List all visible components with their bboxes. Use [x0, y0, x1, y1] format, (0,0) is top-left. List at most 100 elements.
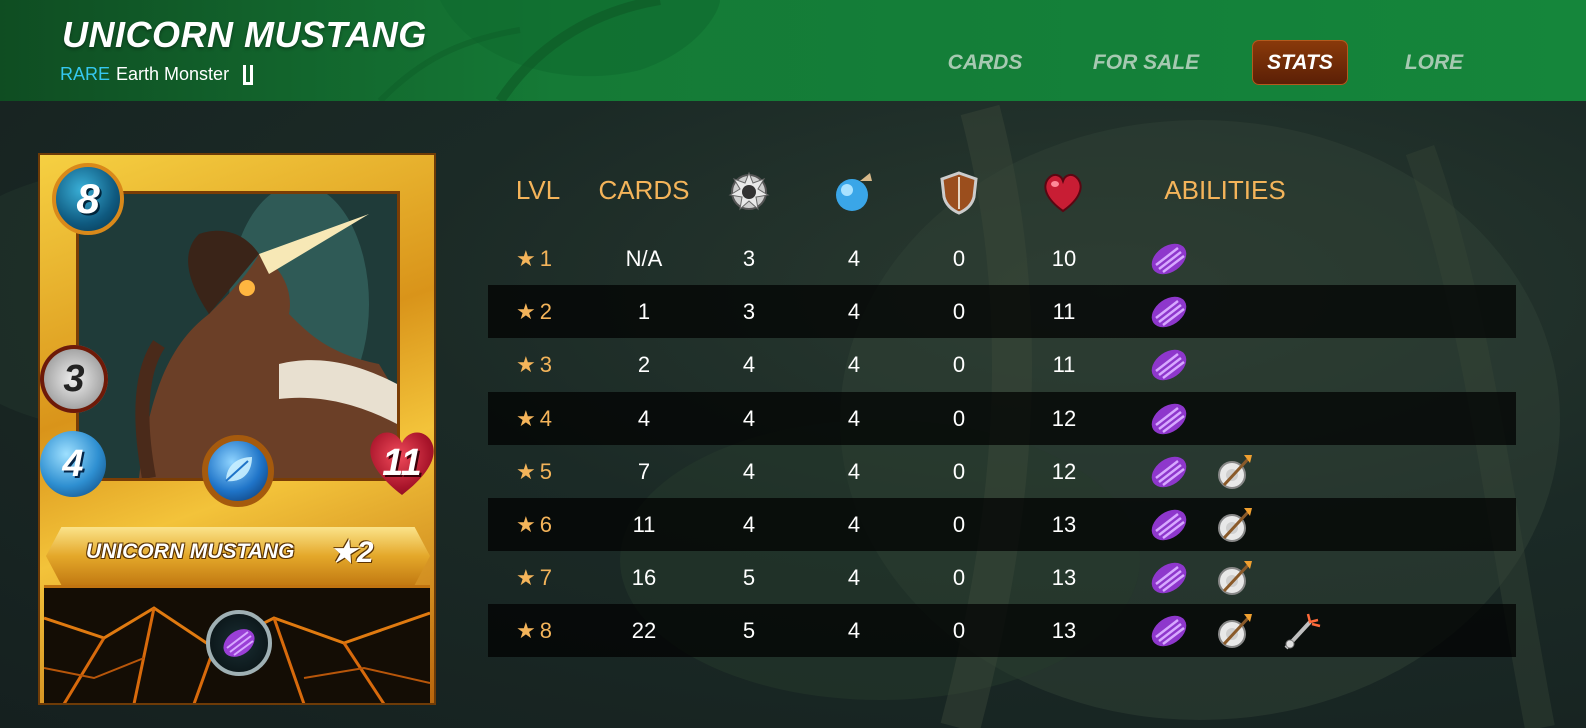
shield-ability-icon[interactable] — [1148, 557, 1190, 599]
attack-badge: 3 — [40, 345, 108, 413]
untamed-edition-icon — [243, 64, 254, 85]
tab-stats[interactable]: STATS — [1252, 40, 1348, 85]
attack-cell: 4 — [742, 352, 756, 378]
card-name: UNICORN MUSTANG — [86, 540, 295, 563]
header-cards: CARDS — [598, 175, 690, 205]
level-value: 1 — [539, 246, 552, 271]
health-cell: 11 — [1052, 352, 1076, 378]
armor-cell: 0 — [952, 405, 966, 431]
shield-ability-icon[interactable] — [206, 610, 272, 676]
shield-ability-icon[interactable] — [1148, 238, 1190, 280]
true-strike-ability-icon[interactable] — [1214, 610, 1256, 652]
shield-ability-icon[interactable] — [1148, 451, 1190, 493]
stats-row-level-4: ★ 4 4 4 4 0 12 — [488, 391, 1516, 445]
card-subtitle: RARE Earth Monster — [60, 64, 254, 85]
level-value: 6 — [539, 512, 552, 537]
page-title: UNICORN MUSTANG — [62, 14, 427, 55]
shield-ability-icon[interactable] — [1148, 398, 1190, 440]
cards-cell: 22 — [631, 618, 657, 644]
stats-row-level-5: ★ 5 7 4 4 0 12 — [488, 445, 1516, 498]
level-cell: ★ 1 — [516, 232, 586, 285]
health-cell: 13 — [1051, 565, 1077, 591]
armor-cell: 0 — [952, 565, 966, 591]
true-strike-ability-icon[interactable] — [1214, 451, 1256, 493]
true-strike-ability-icon[interactable] — [1214, 504, 1256, 546]
level-value: 2 — [539, 299, 552, 325]
star-icon: ★ — [516, 512, 536, 537]
stats-row-level-3: ★ 3 2 4 4 0 11 — [488, 338, 1516, 391]
stats-row-level-1: ★ 1 N/A 3 4 0 10 — [488, 232, 1516, 285]
shield-ability-icon[interactable] — [1148, 610, 1190, 652]
card-level: ★2 — [330, 536, 374, 569]
level-cell: ★ 4 — [516, 392, 586, 445]
star-icon: ★ — [516, 405, 536, 431]
armor-cell: 0 — [952, 299, 966, 325]
piercing-ability-icon[interactable] — [1280, 610, 1322, 652]
attack-cell: 4 — [742, 458, 756, 484]
level-cell: ★ 5 — [516, 445, 586, 498]
health-badge: 11 — [366, 427, 436, 499]
armor-cell: 0 — [952, 352, 966, 378]
speed-cell: 4 — [847, 618, 861, 644]
rarity-label: RARE — [60, 64, 111, 84]
health-cell: 12 — [1051, 405, 1077, 431]
attack-cell: 5 — [742, 618, 756, 644]
level-value: 7 — [539, 565, 552, 591]
stats-row-level-2: ★ 2 1 3 4 0 11 — [488, 285, 1516, 339]
shield-ability-icon[interactable] — [1148, 344, 1190, 386]
level-cell: ★ 6 — [516, 498, 586, 551]
star-icon: ★ — [516, 618, 536, 644]
health-cell: 11 — [1052, 299, 1076, 325]
cards-cell: N/A — [625, 246, 663, 271]
star-icon: ★ — [516, 565, 536, 591]
heart-icon — [1044, 173, 1082, 213]
cards-cell: 7 — [637, 458, 651, 484]
tab-lore[interactable]: LORE — [1396, 40, 1472, 85]
tab-cards[interactable]: CARDS — [940, 40, 1030, 85]
cards-cell: 1 — [637, 299, 651, 325]
shield-ability-icon[interactable] — [1148, 504, 1190, 546]
speed-icon — [836, 173, 872, 211]
level-cell: ★ 2 — [516, 285, 586, 338]
level-value: 4 — [539, 405, 552, 431]
armor-cell: 0 — [952, 246, 966, 271]
level-cell: ★ 3 — [516, 338, 586, 391]
star-icon: ★ — [516, 458, 536, 484]
speed-cell: 4 — [847, 405, 861, 431]
monster-card: UNICORN MUSTANG ★2 8 3 4 11 — [38, 153, 436, 705]
cards-cell: 11 — [632, 512, 656, 537]
cards-cell: 16 — [631, 565, 657, 591]
speed-cell: 4 — [847, 299, 861, 325]
speed-cell: 4 — [847, 246, 861, 271]
star-icon: ★ — [516, 246, 536, 271]
monster-type-label: Earth Monster — [116, 64, 230, 84]
star-icon: ★ — [516, 299, 536, 325]
melee-attack-icon — [728, 171, 770, 211]
health-cell: 12 — [1051, 458, 1077, 484]
level-cell: ★ 7 — [516, 551, 586, 604]
armor-cell: 0 — [952, 618, 966, 644]
tab-for-sale[interactable]: FOR SALE — [1086, 40, 1206, 85]
shield-ability-icon[interactable] — [1148, 291, 1190, 333]
cards-cell: 4 — [637, 405, 651, 431]
earth-leaf-gem-icon — [202, 435, 274, 507]
attack-cell: 5 — [742, 565, 756, 591]
armor-cell: 0 — [952, 512, 966, 537]
stats-row-level-6: ★ 6 11 4 4 0 13 — [488, 498, 1516, 551]
armor-cell: 0 — [952, 458, 966, 484]
stats-table-header: LVL CARDS ABILITIES — [488, 165, 1516, 223]
cards-cell: 2 — [637, 352, 651, 378]
attack-cell: 4 — [742, 405, 756, 431]
level-cell: ★ 8 — [516, 604, 586, 657]
speed-cell: 4 — [847, 565, 861, 591]
speed-cell: 4 — [847, 512, 861, 537]
true-strike-ability-icon[interactable] — [1214, 557, 1256, 599]
attack-cell: 4 — [742, 512, 756, 537]
speed-cell: 4 — [847, 458, 861, 484]
stats-row-level-7: ★ 7 16 5 4 0 13 — [488, 551, 1516, 604]
attack-cell: 3 — [742, 246, 756, 271]
speed-badge: 4 — [40, 431, 106, 497]
level-value: 8 — [539, 618, 552, 644]
armor-shield-icon — [940, 171, 978, 215]
header-bar: UNICORN MUSTANG RARE Earth Monster CARDS… — [0, 0, 1586, 101]
